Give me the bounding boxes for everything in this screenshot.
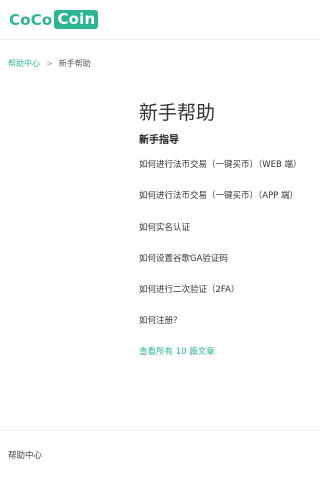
article-link-register[interactable]: 如何注册？ [139, 315, 182, 327]
page-title: 新手帮助 [139, 102, 216, 124]
breadcrumb: 帮助中心 > 新手帮助 [8, 58, 91, 69]
breadcrumb-current: 新手帮助 [58, 59, 91, 68]
main-content: 新手帮助 新手指导 如何进行法币交易（一键买币）（WEB 端） 如何进行法币交易… [139, 99, 314, 357]
footer-help-center-link[interactable]: 帮助中心 [8, 449, 42, 461]
breadcrumb-separator-icon: > [46, 59, 53, 68]
article-link-2fa[interactable]: 如何进行二次验证（2FA） [139, 284, 239, 296]
page: CoCo Coin 帮助中心 > 新手帮助 新手帮助 新手指导 如何进行法币交易（… [0, 0, 320, 491]
article-link-fiat-web[interactable]: 如何进行法币交易（一键买币）（WEB 端） [139, 159, 302, 171]
article-link-fiat-app[interactable]: 如何进行法币交易（一键买币）（APP 端） [139, 190, 298, 202]
cococoin-logo[interactable]: CoCo Coin [9, 9, 99, 30]
footer-divider [0, 430, 320, 431]
article-link-google-auth[interactable]: 如何设置谷歌GA验证码 [139, 253, 228, 265]
breadcrumb-help-center-link[interactable]: 帮助中心 [8, 58, 40, 69]
article-link-kyc[interactable]: 如何实名认证 [139, 222, 190, 234]
logo-text-coco: CoCo [9, 10, 53, 29]
header: CoCo Coin [0, 0, 320, 40]
section-title: 新手指导 [139, 135, 179, 146]
view-all-articles-link[interactable]: 查看所有 10 篇文章 [139, 346, 215, 358]
logo-text-coin: Coin [54, 10, 99, 29]
